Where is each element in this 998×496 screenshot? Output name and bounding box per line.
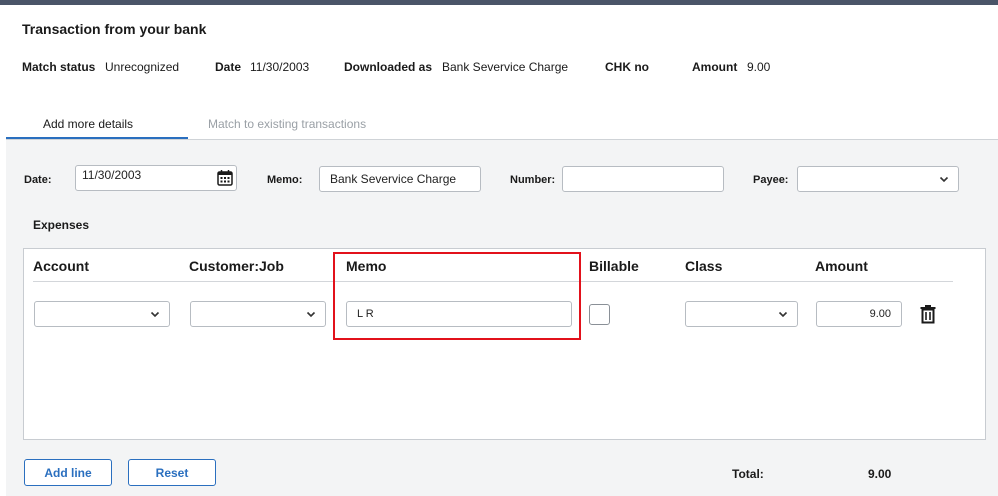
chevron-down-icon: [778, 311, 788, 318]
tab-match-existing[interactable]: Match to existing transactions: [208, 117, 366, 131]
account-select[interactable]: [34, 301, 170, 327]
number-field-label: Number:: [510, 174, 556, 186]
column-header-class: Class: [685, 258, 723, 274]
table-header-divider: [33, 281, 953, 282]
class-select[interactable]: [685, 301, 798, 327]
detail-tabs: Add more details Match to existing trans…: [6, 114, 998, 140]
calendar-icon[interactable]: [216, 169, 234, 187]
date-value: 11/30/2003: [250, 60, 310, 74]
page-title: Transaction from your bank: [22, 21, 207, 37]
column-header-billable: Billable: [589, 258, 639, 274]
date-field-label: Date:: [24, 174, 52, 186]
payee-select[interactable]: [797, 166, 959, 192]
match-status-value: Unrecognized: [105, 60, 180, 74]
amount-label: Amount: [692, 60, 738, 74]
column-header-amount: Amount: [815, 258, 868, 274]
expenses-table: [23, 248, 986, 440]
total-value: 9.00: [868, 467, 892, 481]
memo-input[interactable]: [319, 166, 481, 192]
window-top-bar: [0, 0, 998, 5]
memo-field-label: Memo:: [267, 174, 303, 186]
trash-icon[interactable]: [919, 304, 937, 324]
downloaded-as-label: Downloaded as: [344, 60, 433, 74]
tab-add-more-details[interactable]: Add more details: [43, 117, 133, 131]
amount-value: 9.00: [747, 60, 771, 74]
date-label: Date: [215, 60, 242, 74]
expenses-section-title: Expenses: [33, 218, 90, 232]
match-status-label: Match status: [22, 60, 96, 74]
date-input[interactable]: [75, 165, 237, 191]
number-input[interactable]: [562, 166, 724, 192]
line-memo-input[interactable]: [346, 301, 572, 327]
chevron-down-icon: [939, 176, 949, 183]
chevron-down-icon: [306, 311, 316, 318]
chk-no-label: CHK no: [605, 60, 649, 74]
column-header-memo: Memo: [346, 258, 387, 274]
reset-button[interactable]: Reset: [128, 459, 216, 486]
column-header-account: Account: [33, 258, 89, 274]
add-line-button[interactable]: Add line: [24, 459, 112, 486]
column-header-customer-job: Customer:Job: [189, 258, 284, 274]
payee-field-label: Payee:: [753, 174, 789, 186]
active-tab-indicator: [6, 137, 188, 139]
chevron-down-icon: [150, 311, 160, 318]
line-amount-input[interactable]: [816, 301, 902, 327]
billable-checkbox[interactable]: [589, 304, 610, 325]
transaction-info-row: Match status Unrecognized Date 11/30/200…: [0, 60, 998, 76]
customer-job-select[interactable]: [190, 301, 326, 327]
total-label: Total:: [732, 467, 764, 481]
downloaded-as-value: Bank Severvice Charge: [442, 60, 569, 74]
